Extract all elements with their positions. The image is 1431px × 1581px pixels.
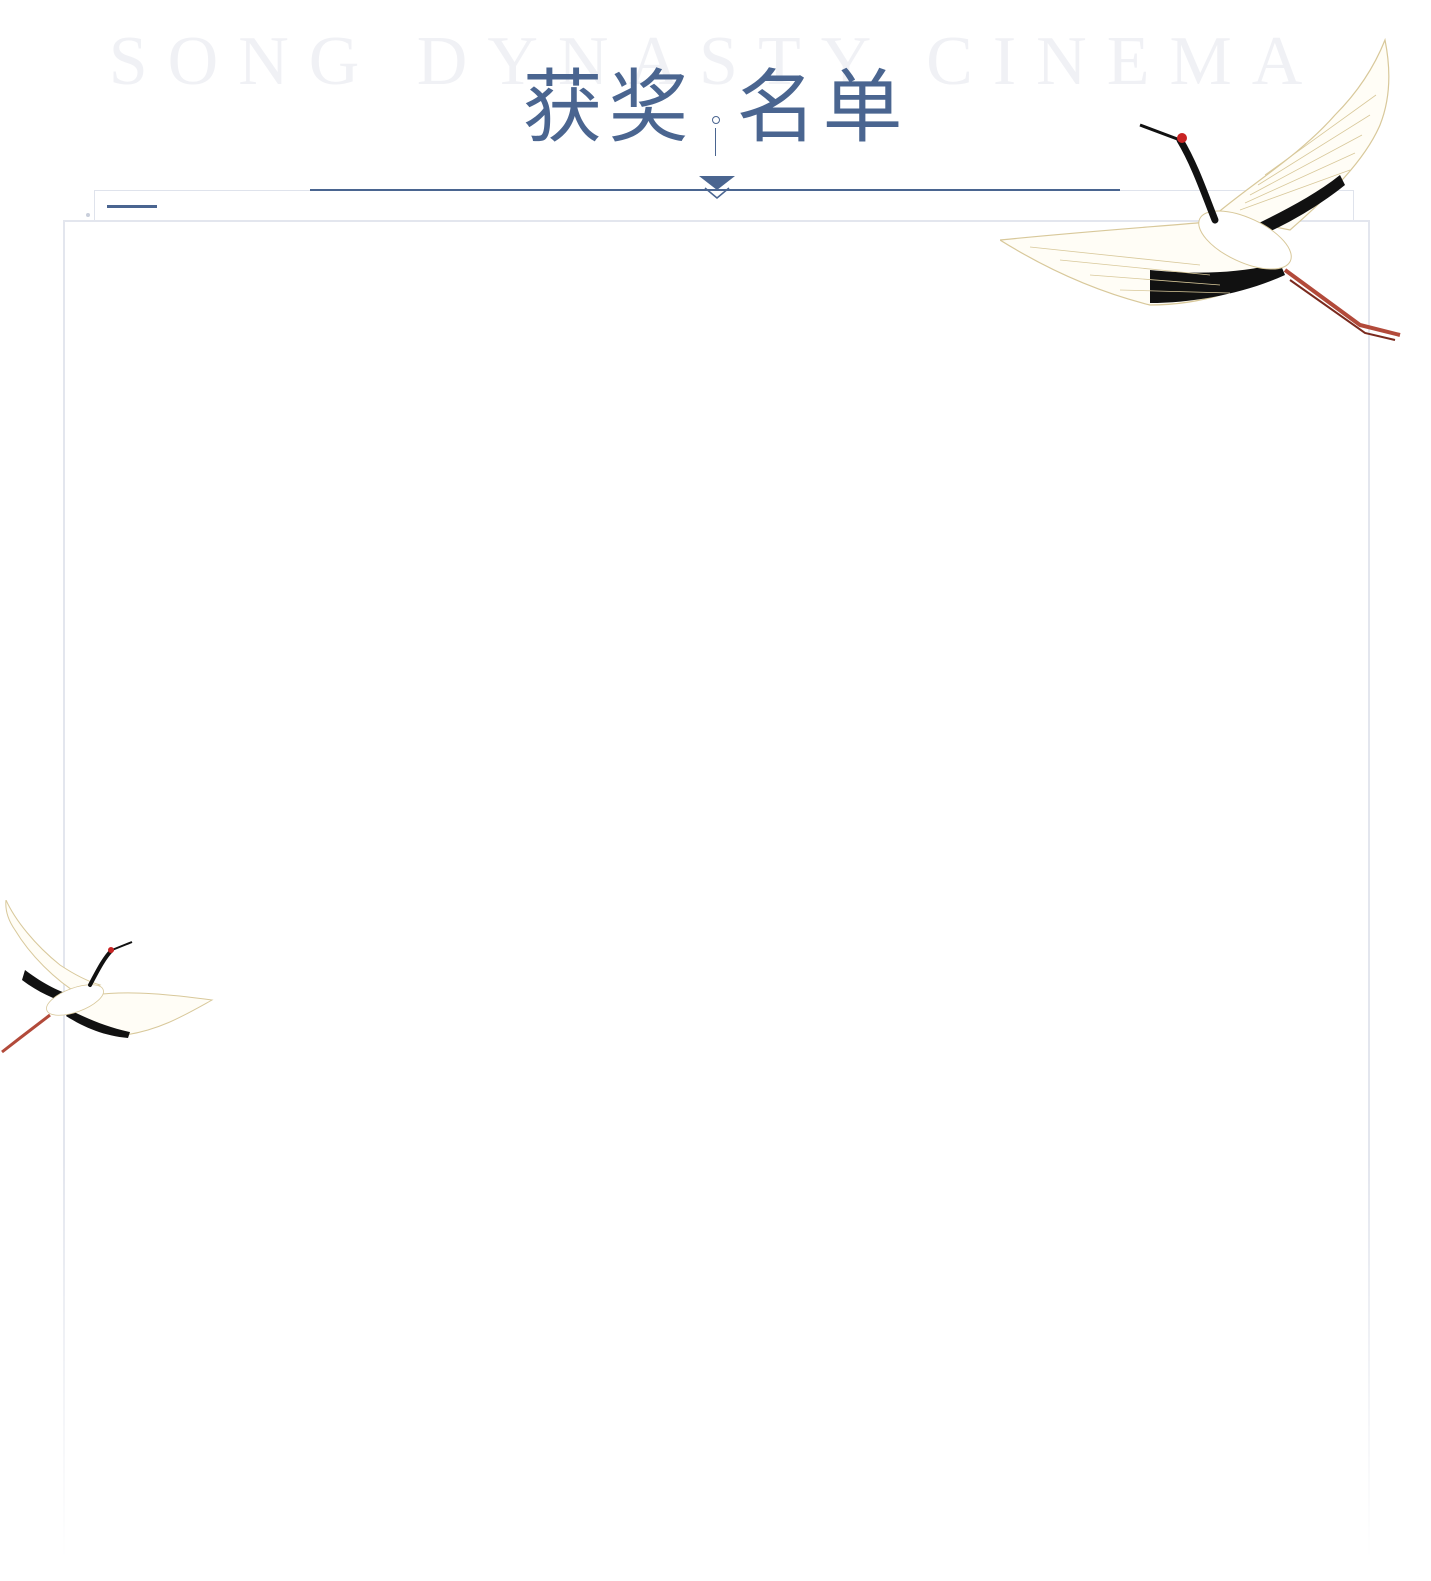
content-frame xyxy=(63,220,1370,1562)
separator-dot xyxy=(711,116,720,124)
frame-corner-left xyxy=(94,190,95,220)
corner-accent-dot xyxy=(86,213,90,217)
crane-icon xyxy=(1,900,214,1054)
separator-bar xyxy=(714,128,716,156)
corner-accent-dash xyxy=(107,205,157,208)
title-left: 获奖 xyxy=(522,61,695,154)
chevron-down-icon xyxy=(699,176,735,199)
title-right: 名单 xyxy=(736,61,909,154)
title-separator xyxy=(701,68,731,156)
crane-icon xyxy=(1000,37,1401,341)
